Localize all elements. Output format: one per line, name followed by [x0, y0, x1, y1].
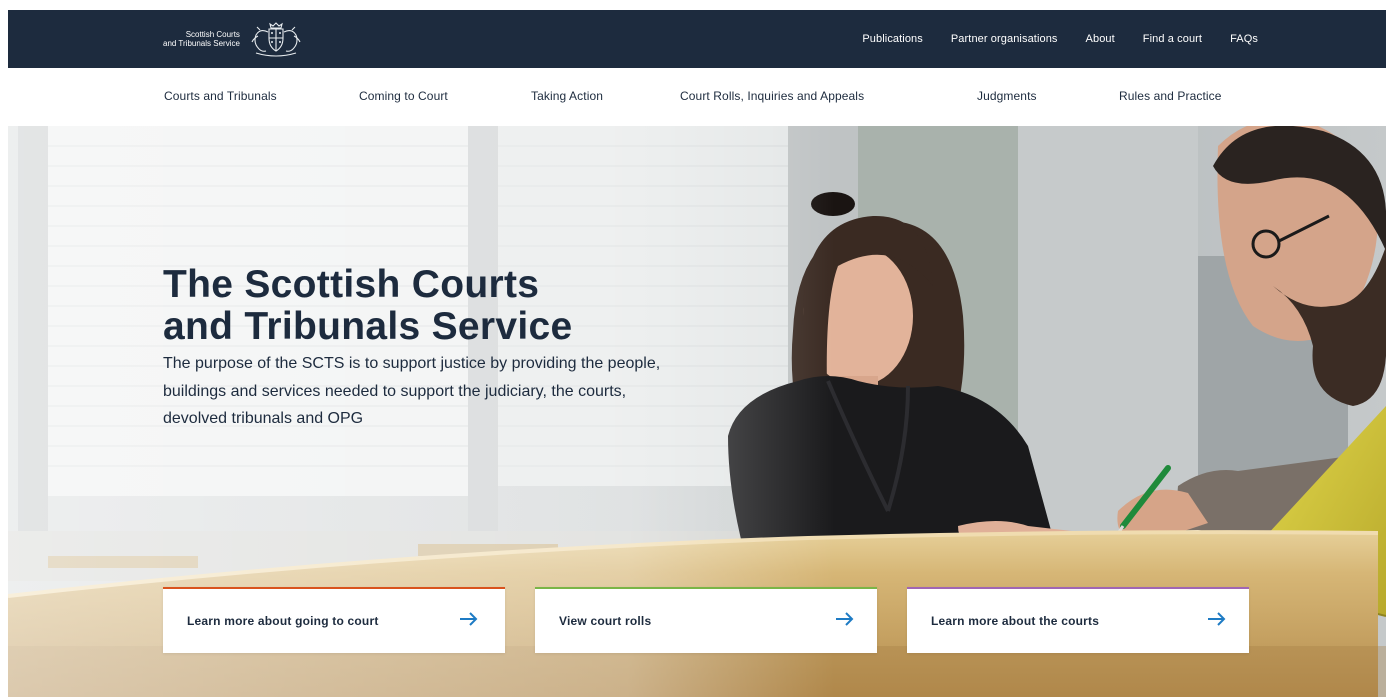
- arrow-right-icon: [460, 612, 478, 626]
- nav-rules-and-practice[interactable]: Rules and Practice: [1119, 89, 1222, 103]
- main-nav: Courts and Tribunals Coming to Court Tak…: [8, 68, 1386, 126]
- royal-crest-icon: [251, 22, 301, 57]
- utility-link-find-a-court[interactable]: Find a court: [1143, 33, 1202, 45]
- hero-title: The Scottish Courts and Tribunals Servic…: [163, 264, 723, 348]
- utility-link-partner-organisations[interactable]: Partner organisations: [951, 33, 1058, 45]
- nav-judgments[interactable]: Judgments: [977, 89, 1037, 103]
- cta-going-to-court[interactable]: Learn more about going to court: [163, 587, 505, 653]
- logo-line-2: and Tribunals Service: [163, 39, 240, 48]
- nav-court-rolls-inquiries-appeals[interactable]: Court Rolls, Inquiries and Appeals: [680, 89, 864, 103]
- nav-coming-to-court[interactable]: Coming to Court: [359, 89, 448, 103]
- top-header: Scottish Courts and Tribunals Service Pu…: [8, 10, 1386, 68]
- cta-going-to-court-label: Learn more about going to court: [187, 614, 379, 628]
- hero-description: The purpose of the SCTS is to support ju…: [163, 355, 661, 427]
- logo-text: Scottish Courts and Tribunals Service: [163, 30, 240, 48]
- utility-link-faqs[interactable]: FAQs: [1230, 33, 1258, 45]
- utility-link-about[interactable]: About: [1086, 33, 1115, 45]
- arrow-right-icon: [1208, 612, 1226, 626]
- hero-title-line-2: and Tribunals Service: [163, 305, 573, 348]
- nav-taking-action[interactable]: Taking Action: [531, 89, 603, 103]
- nav-courts-and-tribunals[interactable]: Courts and Tribunals: [164, 89, 277, 103]
- cta-about-the-courts-label: Learn more about the courts: [931, 614, 1100, 628]
- arrow-right-icon: [836, 612, 854, 626]
- logo-line-1: Scottish Courts: [185, 30, 240, 39]
- site-logo[interactable]: Scottish Courts and Tribunals Service: [163, 18, 308, 60]
- utility-link-publications[interactable]: Publications: [862, 33, 923, 45]
- cta-view-court-rolls-label: View court rolls: [559, 614, 652, 628]
- hero-title-line-1: The Scottish Courts: [163, 263, 540, 306]
- hero-banner: The Scottish Courts and Tribunals Servic…: [8, 126, 1386, 697]
- cta-view-court-rolls[interactable]: View court rolls: [535, 587, 877, 653]
- utility-nav: Publications Partner organisations About…: [834, 10, 1258, 68]
- cta-about-the-courts[interactable]: Learn more about the courts: [907, 587, 1249, 653]
